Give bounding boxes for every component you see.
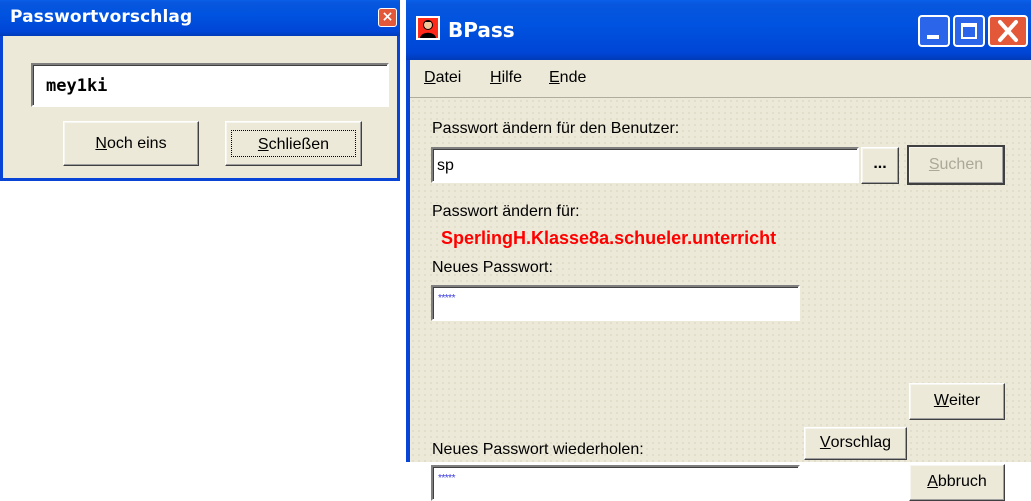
maximize-icon[interactable] [953,15,985,47]
menu-datei[interactable]: Datei [424,69,461,87]
abbruch-label: bbruch [937,473,987,490]
bpass-window-title: BPass [448,18,515,42]
noch-eins-button[interactable]: Noch eins [63,121,199,166]
noch-eins-mnemonic: N [95,135,107,152]
new-password-field[interactable]: ***** [431,285,800,321]
close-icon[interactable]: × [378,8,397,27]
abbruch-button[interactable]: Abbruch [909,464,1005,501]
bpass-titlebar[interactable]: BPass [406,0,1031,60]
menu-hilfe-label: ilfe [501,69,523,86]
menu-ende-mnemonic: E [549,69,560,86]
search-mnemonic: S [928,156,940,173]
change-for-user-label: Passwort ändern für den Benutzer: [432,120,680,137]
search-button[interactable]: Suchen [907,145,1005,185]
user-path: SperlingH.Klasse8a.schueler.unterricht [441,228,777,248]
suggested-password-value: mey1ki [46,76,108,96]
form-area: Passwort ändern für den Benutzer: sp ...… [410,98,1031,501]
password-suggestion-window: Passwortvorschlag × mey1ki Noch eins Sch… [0,0,400,181]
suggestion-titlebar[interactable]: Passwortvorschlag × [0,0,400,36]
weiter-mnemonic: W [933,392,949,409]
browse-button[interactable]: ... [861,147,899,184]
minimize-icon[interactable] [918,15,950,47]
user-input[interactable]: sp [431,147,859,183]
browse-button-label: ... [873,155,887,172]
menu-ende[interactable]: Ende [549,69,586,87]
change-for-label: Passwort ändern für: [432,203,580,220]
user-icon[interactable] [416,16,440,40]
menu-hilfe[interactable]: Hilfe [490,69,522,87]
new-password-mask: ***** [438,293,455,304]
new-password-label: Neues Passwort: [432,259,553,276]
search-label: uchen [939,156,984,173]
weiter-label: eiter [948,392,981,409]
suggested-password-field[interactable]: mey1ki [31,63,389,107]
repeat-password-label: Neues Passwort wiederholen: [432,441,644,458]
bpass-window: BPass Datei Hilfe Ende Passwort ändern f… [406,0,1031,501]
abbruch-mnemonic: A [927,473,938,490]
weiter-button[interactable]: Weiter [909,383,1005,420]
schliessen-button[interactable]: Schließen [225,121,362,166]
schliessen-label: chließen [268,136,330,153]
schliessen-mnemonic: S [257,136,269,153]
vorschlag-label: orschlag [830,434,892,451]
repeat-password-field[interactable]: ***** [431,465,800,501]
focus-rectangle: Schließen [231,130,356,157]
vorschlag-button[interactable]: Vorschlag [804,427,907,460]
user-input-value: sp [437,157,454,174]
menu-ende-label: nde [559,69,587,86]
menu-bar: Datei Hilfe Ende [410,60,1031,98]
menu-datei-label: atei [435,69,462,86]
suggestion-window-title: Passwortvorschlag [10,7,193,27]
noch-eins-label: och eins [106,135,167,152]
repeat-password-mask: ***** [438,473,455,484]
menu-datei-mnemonic: D [424,69,436,86]
close-icon[interactable] [988,15,1028,47]
menu-hilfe-mnemonic: H [490,69,502,86]
vorschlag-mnemonic: V [819,434,831,451]
